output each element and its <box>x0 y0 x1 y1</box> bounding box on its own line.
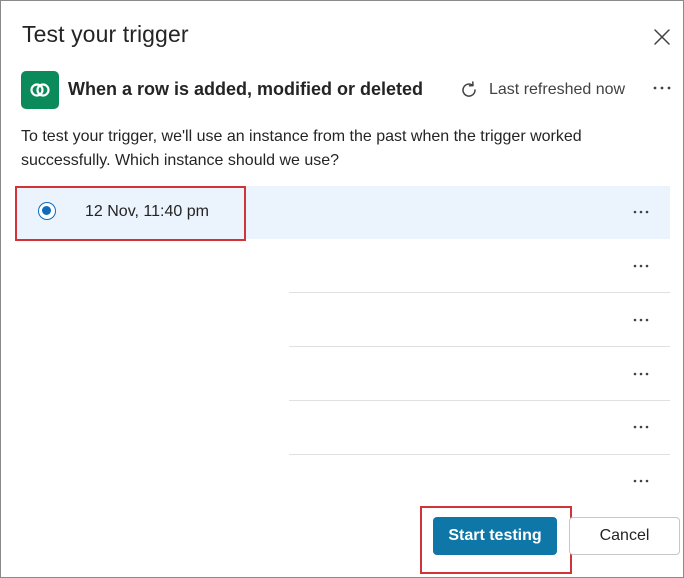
instance-more-button[interactable] <box>630 474 652 488</box>
more-horizontal-icon <box>633 318 649 322</box>
more-horizontal-icon <box>633 372 649 376</box>
close-icon <box>654 29 670 45</box>
more-horizontal-icon <box>633 479 649 483</box>
instance-more-button[interactable] <box>630 205 652 219</box>
instance-more-button[interactable] <box>630 420 652 434</box>
start-testing-button[interactable]: Start testing <box>433 517 557 555</box>
row-divider <box>289 454 670 455</box>
test-trigger-dialog: Test your trigger When a row is added, m… <box>0 0 684 578</box>
description-text: To test your trigger, we'll use an insta… <box>21 128 582 169</box>
row-divider <box>289 346 670 347</box>
refresh-label: Last refreshed now <box>489 81 626 98</box>
instance-label: 12 Nov, 11:40 pm <box>85 203 209 220</box>
more-horizontal-icon <box>633 425 649 429</box>
row-divider <box>289 400 670 401</box>
instance-radio-selected[interactable] <box>38 202 56 220</box>
instance-more-button[interactable] <box>630 313 652 327</box>
trigger-header: When a row is added, modified or deleted… <box>21 71 681 109</box>
refresh-icon <box>462 81 476 97</box>
trigger-more-button[interactable] <box>651 77 673 99</box>
more-horizontal-icon <box>633 210 649 214</box>
row-divider <box>289 292 670 293</box>
dialog-title: Test your trigger <box>22 21 189 47</box>
trigger-name: When a row is added, modified or deleted <box>68 79 424 99</box>
instance-more-button[interactable] <box>630 367 652 381</box>
cancel-button[interactable]: Cancel <box>569 517 680 555</box>
more-horizontal-icon <box>633 264 649 268</box>
more-horizontal-icon <box>653 86 671 90</box>
close-button[interactable] <box>650 25 674 49</box>
dataverse-icon <box>21 71 59 109</box>
instance-more-button[interactable] <box>630 259 652 273</box>
